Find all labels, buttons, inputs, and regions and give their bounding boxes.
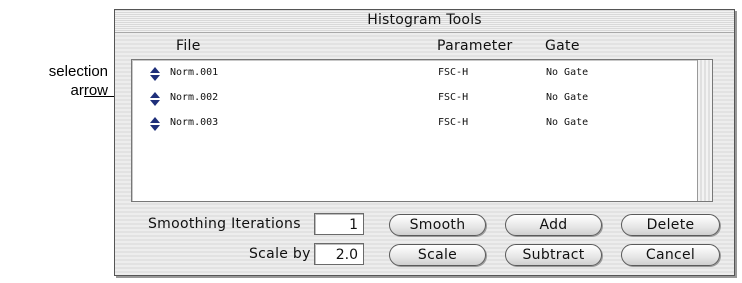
list-item-gate: No Gate [546, 92, 589, 103]
scale-button[interactable]: Scale [389, 244, 486, 266]
list-item[interactable]: Norm.001 FSC-H No Gate [132, 65, 697, 83]
callout-line-1: selection [48, 63, 108, 80]
list-item-gate: No Gate [546, 67, 589, 78]
delete-button[interactable]: Delete [621, 214, 720, 236]
list-item-parameter: FSC-H [438, 117, 469, 128]
selection-arrow-callout: selection arrow [0, 62, 108, 100]
column-header-gate: Gate [545, 38, 580, 54]
list-item[interactable]: Norm.002 FSC-H No Gate [132, 90, 697, 108]
window-titlebar[interactable]: Histogram Tools [115, 10, 734, 33]
selection-arrow-icon[interactable] [149, 66, 161, 82]
smoothing-iterations-label: Smoothing Iterations [148, 216, 301, 232]
scale-by-label: Scale by [249, 246, 311, 262]
selection-arrow-icon[interactable] [149, 116, 161, 132]
callout-line-2: arrow [70, 82, 108, 99]
list-scrollbar[interactable] [697, 60, 712, 201]
histogram-tools-window: Histogram Tools File Parameter Gate Norm… [114, 9, 735, 276]
add-button[interactable]: Add [505, 214, 602, 236]
column-header-parameter: Parameter [437, 38, 513, 54]
smoothing-iterations-input[interactable]: 1 [314, 213, 364, 235]
list-item-parameter: FSC-H [438, 67, 469, 78]
file-list[interactable]: Norm.001 FSC-H No Gate Norm.002 FSC-H No… [131, 59, 713, 202]
list-item-file: Norm.001 [170, 67, 219, 78]
column-header-file: File [176, 38, 201, 54]
selection-arrow-icon[interactable] [149, 91, 161, 107]
list-item-file: Norm.003 [170, 117, 219, 128]
scale-by-input[interactable]: 2.0 [314, 243, 364, 265]
cancel-button[interactable]: Cancel [621, 244, 720, 266]
subtract-button[interactable]: Subtract [505, 244, 602, 266]
list-item-gate: No Gate [546, 117, 589, 128]
list-item-parameter: FSC-H [438, 92, 469, 103]
list-item-file: Norm.002 [170, 92, 219, 103]
smooth-button[interactable]: Smooth [389, 214, 486, 236]
window-title: Histogram Tools [367, 12, 482, 28]
list-item[interactable]: Norm.003 FSC-H No Gate [132, 115, 697, 133]
